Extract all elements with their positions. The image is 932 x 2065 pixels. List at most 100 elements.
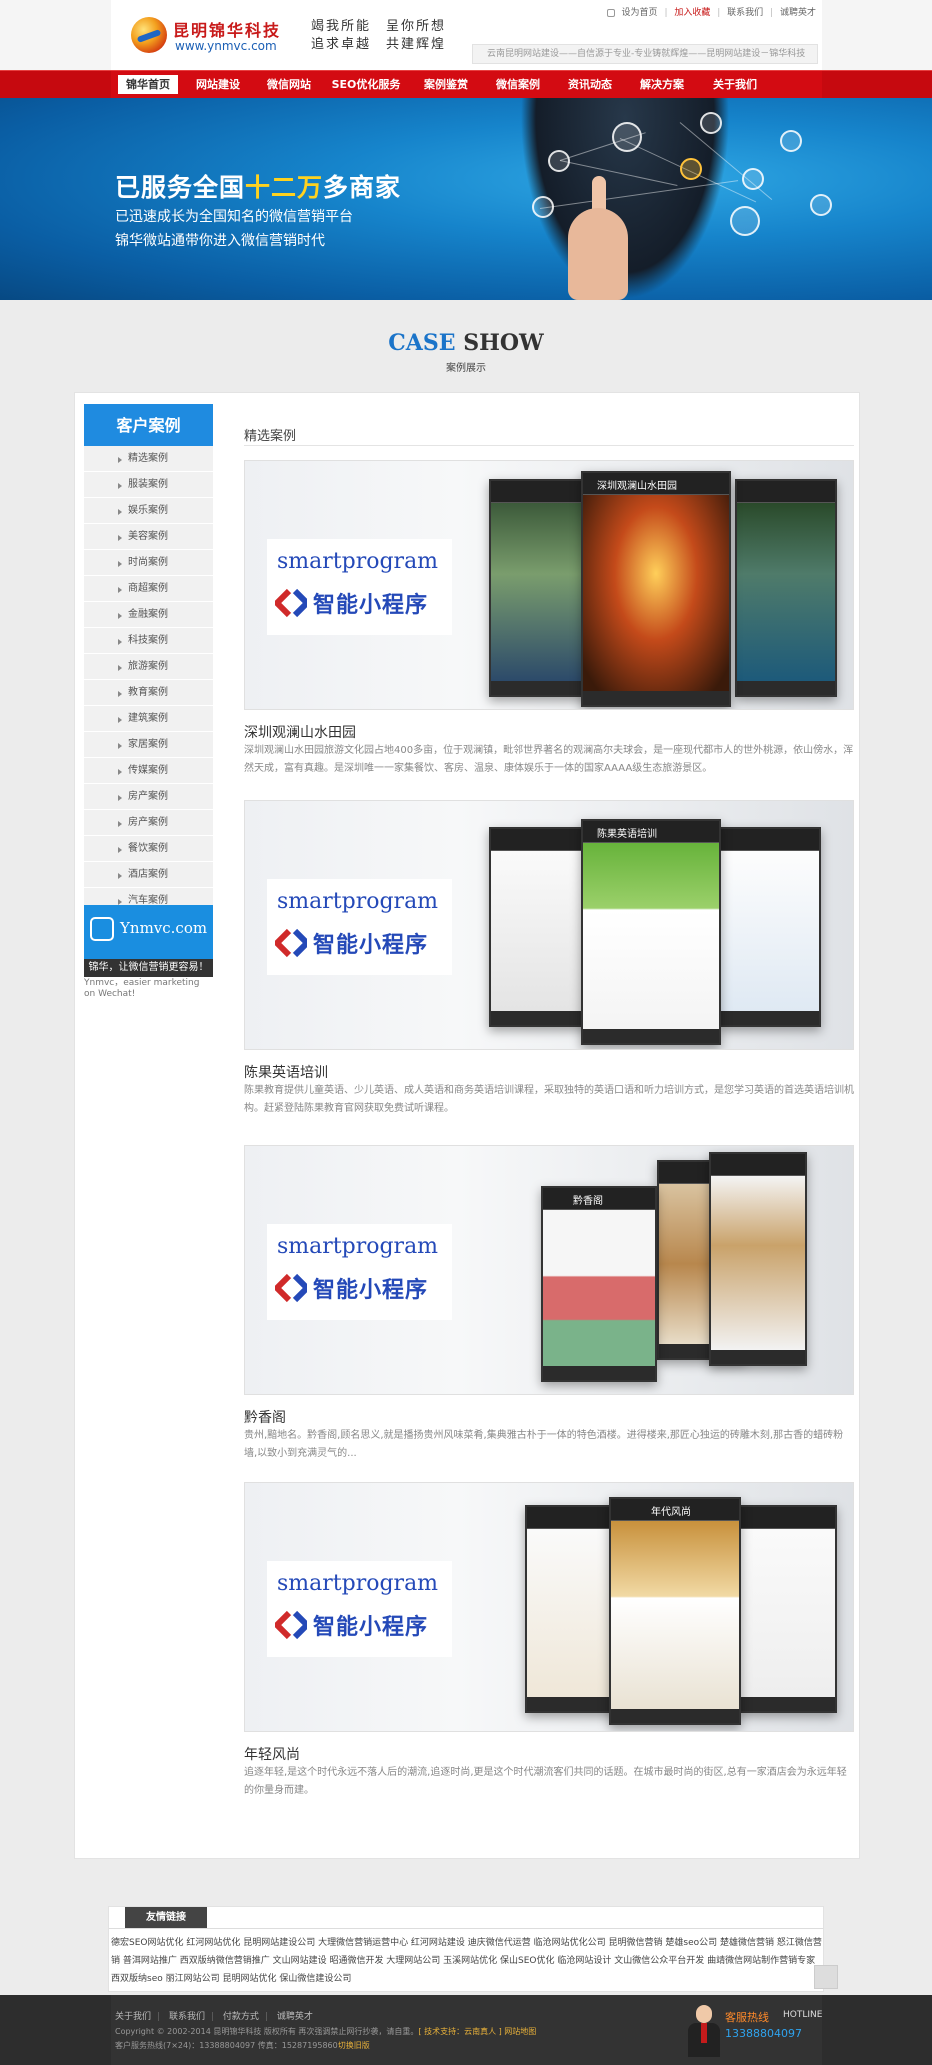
footer-link-payment[interactable]: 付款方式: [223, 2012, 259, 2022]
smartprogram-cn-label: 智能小程序: [313, 593, 429, 618]
smartprogram-logo-icon: [275, 928, 307, 958]
banner-line2: 已迅速成长为全国知名的微信营销平台: [115, 209, 353, 225]
case-image[interactable]: smartprogram 智能小程序 深圳观澜山水田园: [244, 460, 854, 710]
case-image[interactable]: smartprogram 智能小程序 黔香阁: [244, 1145, 854, 1395]
case-desc: 追逐年轻,是这个时代永远不落人后的潮流,追逐时尚,更是这个时代潮流客们共同的话题…: [244, 1767, 847, 1796]
phone-title: 陈果英语培训: [597, 829, 657, 840]
news-marquee[interactable]: 云南昆明网站建设——自信源于专业-专业铸就辉煌——昆明网站建设－锦华科技: [472, 44, 818, 64]
nav-item-web[interactable]: 网站建设: [183, 71, 253, 98]
user-node-icon: [680, 158, 702, 180]
section-subtitle: 案例展示: [446, 363, 486, 374]
footer-tel: 客户服务热线(7×24)：13388804097 传真：15287195860切…: [115, 2041, 370, 2050]
slogan: 竭我所能 呈你所想 追求卓越 共建辉煌: [311, 18, 446, 54]
nav-item-wechat-site[interactable]: 微信网站: [254, 71, 324, 98]
nav-item-seo[interactable]: SEO优化服务: [326, 71, 406, 98]
contact-link[interactable]: 联系我们: [727, 8, 763, 18]
case-image[interactable]: smartprogram 智能小程序 陈果英语培训: [244, 800, 854, 1050]
add-favorite-link[interactable]: 加入收藏: [674, 8, 710, 18]
wechat-logo-icon: [90, 917, 114, 941]
banner-hand: [568, 208, 628, 300]
nav-item-cases[interactable]: 案例鉴赏: [411, 71, 481, 98]
footer-link-hire[interactable]: 诚聘英才: [277, 2012, 313, 2022]
smartprogram-label: smartprogram: [277, 549, 439, 574]
sidebar-item-dining[interactable]: 餐饮案例: [84, 836, 213, 862]
sidebar-item-finance[interactable]: 金融案例: [84, 602, 213, 628]
case-desc: 深圳观澜山水田园旅游文化园占地400多亩，位于观澜镇，毗邻世界著名的观澜高尔夫球…: [244, 745, 854, 774]
qr-code-icon[interactable]: [814, 1965, 838, 1989]
nav-item-about[interactable]: 关于我们: [700, 71, 770, 98]
top-links: 设为首页 | 加入收藏 | 联系我们 | 诚聘英才: [603, 5, 816, 18]
sidebar-item-construction[interactable]: 建筑案例: [84, 706, 213, 732]
site-header: 昆明锦华科技 www.ynmvc.com 竭我所能 呈你所想 追求卓越 共建辉煌…: [0, 0, 932, 70]
main-heading: 精选案例: [244, 429, 297, 444]
case-title[interactable]: 黔香阁: [244, 1407, 286, 1427]
case-title[interactable]: 深圳观澜山水田园: [244, 722, 356, 742]
sidebar-item-fashion[interactable]: 时尚案例: [84, 550, 213, 576]
ad-caption: Ynmvc，easier marketing on Wechat!: [84, 978, 200, 999]
sidebar-item-media[interactable]: 传媒案例: [84, 758, 213, 784]
sidebar-item-education[interactable]: 教育案例: [84, 680, 213, 706]
case-title[interactable]: 年轻风尚: [244, 1744, 300, 1764]
logo-icon: [131, 17, 167, 53]
friend-links-list[interactable]: 德宏SEO网站优化 红河网站优化 昆明网站建设公司 大理微信营销运营中心 红河网…: [111, 1934, 823, 1988]
smartprogram-cn-label: 智能小程序: [313, 1278, 429, 1303]
sidebar-item-clothing[interactable]: 服装案例: [84, 472, 213, 498]
nav-item-news[interactable]: 资讯动态: [555, 71, 625, 98]
phone-mockup-main: 年代风尚: [609, 1497, 741, 1725]
sidebar-item-featured[interactable]: 精选案例: [84, 446, 213, 472]
divider: |: [664, 8, 668, 18]
user-node-icon: [730, 206, 760, 236]
banner-headline: 已服务全国十二万多商家: [115, 173, 402, 202]
divider: |: [717, 8, 721, 18]
sidebar-item-travel[interactable]: 旅游案例: [84, 654, 213, 680]
smartprogram-cn-label: 智能小程序: [313, 1615, 429, 1640]
case-image[interactable]: smartprogram 智能小程序 年代风尚: [244, 1482, 854, 1732]
sidebar-item-tech[interactable]: 科技案例: [84, 628, 213, 654]
user-node-icon: [810, 194, 832, 216]
smartprogram-label: smartprogram: [277, 1234, 439, 1259]
user-node-icon: [532, 196, 554, 218]
phone-mockup-main: 深圳观澜山水田园: [581, 471, 731, 707]
footer-link-about[interactable]: 关于我们: [115, 2012, 151, 2022]
footer-link-contact[interactable]: 联系我们: [169, 2012, 205, 2022]
home-icon: [606, 8, 615, 17]
user-node-icon: [700, 112, 722, 134]
main-nav: 锦华首页 网站建设 微信网站 SEO优化服务 案例鉴赏 微信案例 资讯动态 解决…: [0, 70, 932, 98]
smartprogram-badge: smartprogram 智能小程序: [267, 1561, 452, 1657]
user-node-icon: [548, 150, 570, 172]
sidebar-item-entertainment[interactable]: 娱乐案例: [84, 498, 213, 524]
sidebar-item-hotel[interactable]: 酒店案例: [84, 862, 213, 888]
nav-item-wechat-cases[interactable]: 微信案例: [483, 71, 553, 98]
switch-old-version-link[interactable]: 切换旧版: [338, 2041, 370, 2050]
case-title[interactable]: 陈果英语培训: [244, 1062, 328, 1082]
nav-item-home[interactable]: 锦华首页: [118, 75, 178, 94]
hire-link[interactable]: 诚聘英才: [780, 8, 816, 18]
sidebar-item-realestate[interactable]: 房产案例: [84, 784, 213, 810]
divider: [244, 445, 854, 446]
user-node-icon: [780, 130, 802, 152]
site-logo[interactable]: 昆明锦华科技 www.ynmvc.com: [131, 15, 311, 57]
phone-mockup: [709, 1152, 807, 1366]
footer-support-link[interactable]: [ 技术支持：云南真人 ] 网站地图: [418, 2027, 536, 2036]
logo-cn-text: 昆明锦华科技: [173, 21, 282, 40]
slogan-line2: 追求卓越 共建辉煌: [311, 37, 447, 52]
ad-slogan: 锦华，让微信营销更容易！: [84, 959, 213, 977]
smartprogram-badge: smartprogram 智能小程序: [267, 879, 452, 975]
set-home-link[interactable]: 设为首页: [622, 8, 658, 18]
sidebar-ad[interactable]: Ynmvc.com 锦华，让微信营销更容易！: [84, 905, 213, 977]
phone-mockup-main: 陈果英语培训: [581, 819, 721, 1045]
sidebar-item-retail[interactable]: 商超案例: [84, 576, 213, 602]
sidebar-item-beauty[interactable]: 美容案例: [84, 524, 213, 550]
hotline-phone[interactable]: 13388804097: [725, 2027, 802, 2040]
case-desc: 贵州,黯地名。黔香阁,顾名思义,就是播扬贵州风味菜肴,集典雅古朴于一体的特色酒楼…: [244, 1430, 844, 1459]
footer-copyright: Copyright © 2002-2014 昆明锦华科技 版权所有 再次强调禁止…: [115, 2027, 537, 2036]
phone-title: 黔香阁: [573, 1196, 603, 1207]
smartprogram-badge: smartprogram 智能小程序: [267, 539, 452, 635]
sidebar-item-realestate-2[interactable]: 房产案例: [84, 810, 213, 836]
ad-url: Ynmvc.com: [120, 919, 208, 937]
sidebar-item-home[interactable]: 家居案例: [84, 732, 213, 758]
section-title: CASE SHOW: [388, 330, 544, 356]
footer-inner: 关于我们 | 联系我们 | 付款方式 | 诚聘英才 Copyright © 2002-…: [111, 1995, 822, 2065]
friend-links-tab: 友情链接: [125, 1907, 207, 1928]
nav-item-solutions[interactable]: 解决方案: [627, 71, 697, 98]
